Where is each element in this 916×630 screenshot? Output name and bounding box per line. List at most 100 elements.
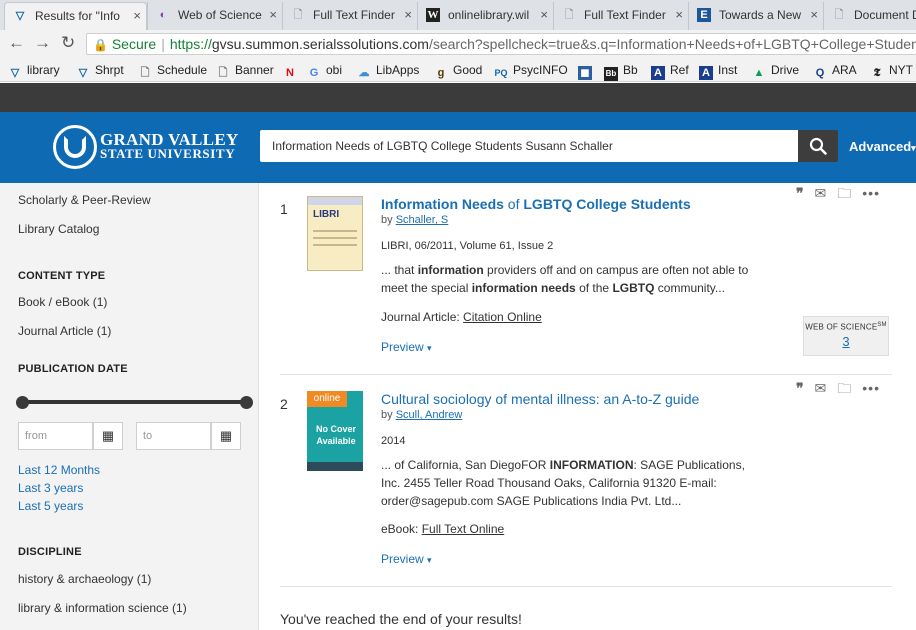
facet-book-ebook[interactable]: Book / eBook (1) (18, 295, 107, 309)
result-title-link[interactable]: Information Needs of LGBTQ College Stude… (381, 196, 691, 212)
bookmark-banner[interactable]: 🗋 Banner (216, 61, 274, 80)
web-of-science-citations[interactable]: WEB OF SCIENCESM 3 (803, 316, 889, 356)
bookmark-good[interactable]: g Good (434, 61, 483, 80)
facet-library-info-science[interactable]: library & information science (1) (18, 601, 187, 615)
url-prefix: https:// (169, 36, 212, 52)
search-input[interactable]: Information Needs of LGBTQ College Stude… (260, 130, 798, 162)
bookmark-libapps[interactable]: ☁ LibApps (357, 61, 420, 80)
bookmark-schedule[interactable]: 🗋 Schedule (138, 61, 207, 80)
search-button[interactable] (798, 130, 838, 162)
close-icon[interactable]: × (269, 2, 277, 28)
result-item: 1 LIBRI Information Needs of LGBTQ Colle… (280, 183, 892, 373)
close-icon[interactable]: × (404, 2, 412, 28)
web-of-science-icon: ◐ (159, 9, 167, 21)
result-access-link[interactable]: Journal Article: Citation Online (381, 310, 542, 324)
preview-toggle[interactable]: Preview ▾ (381, 552, 432, 566)
slider-handle-end[interactable] (240, 396, 253, 409)
facet-journal-article[interactable]: Journal Article (1) (18, 324, 111, 338)
date-range-slider[interactable] (22, 400, 248, 404)
cover-line (313, 237, 357, 239)
cover-line (313, 244, 357, 246)
facet-scholarly[interactable]: Scholarly & Peer-Review (18, 193, 151, 207)
more-options-icon[interactable]: ••• (862, 380, 880, 396)
quote-icon[interactable]: ❞ (796, 186, 804, 203)
bookmark-bb[interactable]: Bb Bb (604, 61, 638, 81)
bookmark-jstor[interactable]: ◼ (578, 61, 597, 80)
email-icon[interactable]: ✉ (815, 185, 827, 202)
tab-towards-a-new[interactable]: E Towards a New × (688, 2, 823, 30)
quote-icon[interactable]: ❞ (796, 381, 804, 398)
close-icon[interactable]: × (675, 2, 683, 28)
tab-web-of-science[interactable]: ◐ Web of Science × (147, 2, 282, 30)
goodreads-icon: g (437, 67, 445, 79)
bookmark-obi[interactable]: Gobi (307, 61, 342, 80)
url-input[interactable]: 🔒 Secure | https://gvsu.summon.serialssolu… (86, 33, 916, 55)
facet-history-archaeology[interactable]: history & archaeology (1) (18, 572, 151, 586)
folder-add-icon[interactable]: 🗀 (837, 183, 851, 207)
address-bar: ← → ↻ 🔒 Secure | https://gvsu.summon.seria… (0, 30, 916, 58)
bookmark-netflix[interactable]: N (283, 61, 302, 80)
gvsu-logo-icon[interactable] (53, 125, 97, 169)
result-number: 1 (280, 201, 288, 217)
date-to-input[interactable]: to (136, 422, 211, 450)
bookmark-label: Schedule (157, 63, 208, 77)
bookmark-inst[interactable]: A Inst (699, 61, 737, 80)
result-title-link[interactable]: Cultural sociology of mental illness: an… (381, 391, 699, 407)
wos-label-wrap: WEB OF SCIENCESM (804, 322, 888, 332)
tab-onlinelibrary[interactable]: W onlinelibrary.wil × (417, 2, 553, 30)
bookmark-label: Shrpt (95, 63, 124, 77)
close-icon[interactable]: × (810, 2, 818, 28)
bookmark-label: NYT (889, 63, 913, 77)
a-icon: A (699, 66, 713, 80)
preview-toggle[interactable]: Preview ▾ (381, 340, 432, 354)
author-link[interactable]: Schaller, S (396, 214, 449, 226)
author-link[interactable]: Scull, Andrew (396, 409, 463, 421)
email-icon[interactable]: ✉ (815, 380, 827, 397)
bookmark-ref[interactable]: A Ref (651, 61, 689, 80)
tab-document[interactable]: 🗋 Document De (823, 2, 916, 30)
bookmarks-bar: ▽ library ▽ Shrpt 🗋 Schedule 🗋 Banner N Gobi… (0, 58, 916, 82)
close-icon[interactable]: × (540, 2, 548, 28)
date-last-5-years[interactable]: Last 5 years (18, 499, 83, 513)
date-last-12-months[interactable]: Last 12 Months (18, 463, 100, 477)
bookmark-label: Inst (718, 63, 738, 77)
book-cover-thumbnail[interactable]: LIBRI (307, 196, 363, 271)
calendar-icon[interactable]: ▦ (211, 422, 241, 450)
bookmark-psycinfo[interactable]: PQ PsycINFO (494, 61, 567, 80)
gvsu-icon: ▽ (78, 67, 88, 79)
a-icon: A (651, 66, 665, 80)
wos-label: WEB OF SCIENCE (805, 322, 878, 332)
date-from-input[interactable]: from (18, 422, 93, 450)
calendar-icon[interactable]: ▦ (93, 422, 123, 450)
logo-line-2[interactable]: STATE UNIVERSITY (100, 147, 235, 161)
title-part: LGBTQ College Students (523, 196, 691, 212)
url-separator: | (161, 36, 165, 52)
tab-results[interactable]: ▽ Results for "Info × (4, 2, 147, 30)
reload-icon[interactable]: ↻ (61, 33, 75, 53)
tab-full-text-finder-2[interactable]: 🗋 Full Text Finder × (553, 2, 688, 30)
folder-add-icon[interactable]: 🗀 (837, 378, 851, 402)
facet-library-catalog[interactable]: Library Catalog (18, 222, 99, 236)
tab-full-text-finder[interactable]: 🗋 Full Text Finder × (282, 2, 417, 30)
wos-count[interactable]: 3 (804, 334, 888, 349)
result-number: 2 (280, 396, 288, 412)
bookmark-drive[interactable]: ▲ Drive (752, 61, 799, 80)
advanced-search-link[interactable]: Advanced▾ (849, 139, 916, 154)
bookmark-nyt[interactable]: 𝕿 NYT (870, 61, 913, 80)
close-icon[interactable]: × (133, 3, 141, 29)
bookmark-library[interactable]: ▽ library (8, 61, 60, 80)
bookmark-ara[interactable]: Q ARA (813, 61, 857, 80)
top-band (0, 83, 916, 112)
slider-handle-start[interactable] (16, 396, 29, 409)
result-access-link[interactable]: eBook: Full Text Online (381, 522, 504, 536)
date-last-3-years[interactable]: Last 3 years (18, 481, 83, 495)
book-cover-thumbnail[interactable]: online No Cover Available (307, 391, 363, 471)
tab-label: Full Text Finder (584, 8, 666, 22)
result-meta: 2014 (381, 435, 406, 447)
back-arrow-icon[interactable]: ← (8, 33, 25, 53)
bookmark-shrpt[interactable]: ▽ Shrpt (76, 61, 124, 80)
more-options-icon[interactable]: ••• (862, 185, 880, 201)
snippet-part: INFORMATION (549, 458, 634, 472)
tab-label: Web of Science (178, 8, 262, 22)
forward-arrow-icon[interactable]: → (34, 33, 51, 53)
